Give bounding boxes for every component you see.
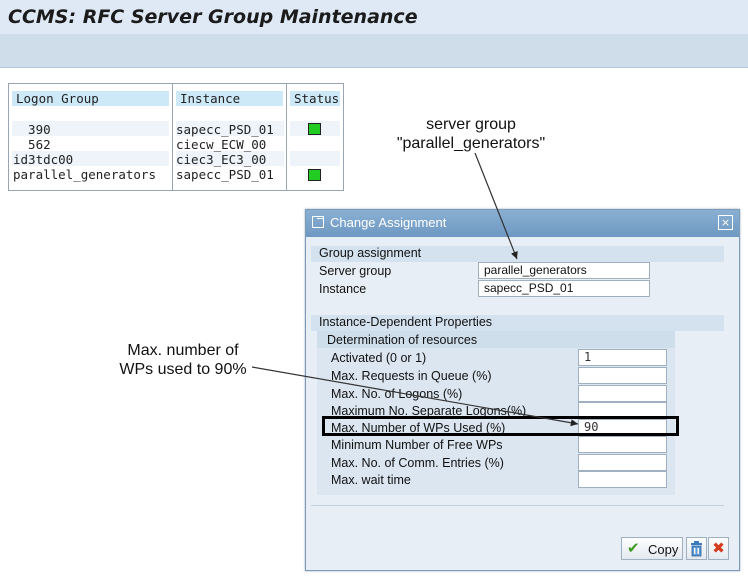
annotation-arrows: [251, 152, 579, 427]
arrow-max-wps: [251, 366, 579, 427]
arrow-server-group: [474, 152, 518, 260]
